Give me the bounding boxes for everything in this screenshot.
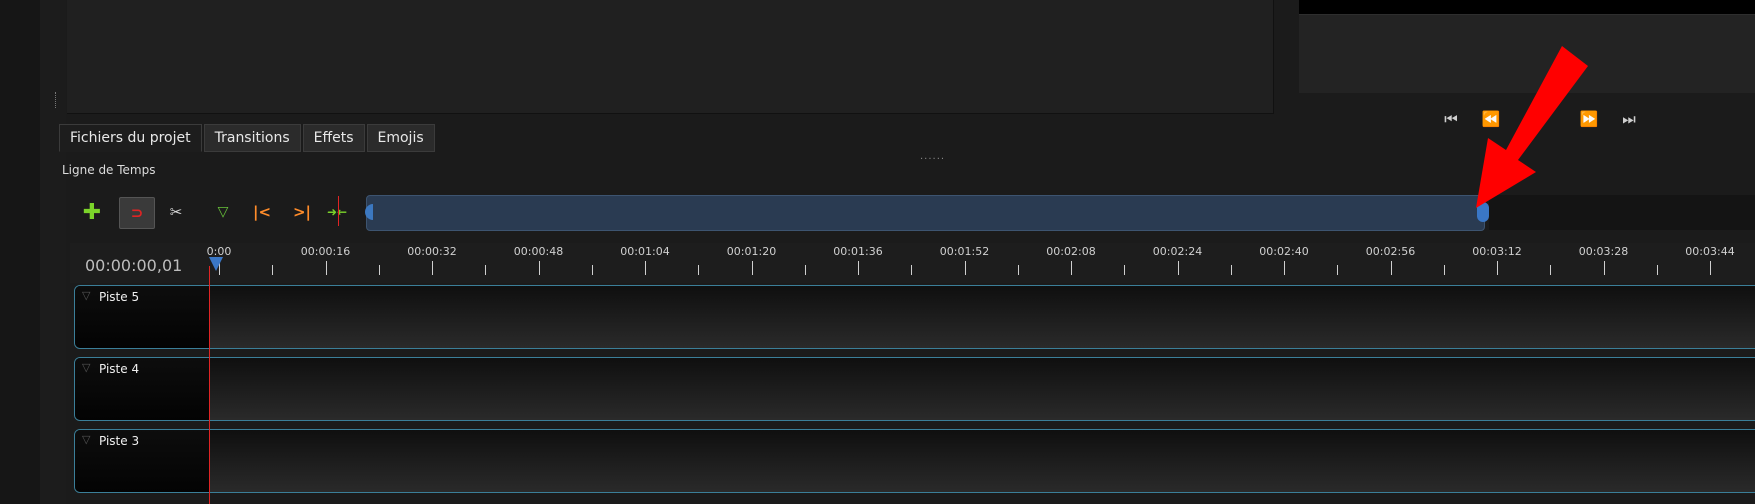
ruler-minor-tick [1337, 265, 1339, 275]
collapse-icon[interactable]: ▽ [82, 289, 90, 302]
playhead-handle[interactable] [209, 257, 223, 271]
tab-effects[interactable]: Effets [302, 124, 365, 152]
track-label: Piste 4 [99, 362, 140, 376]
ruler-major-tick [858, 261, 859, 275]
tab-transitions[interactable]: Transitions [203, 124, 301, 152]
playhead-line [209, 266, 210, 504]
track-header[interactable]: ▽ Piste 4 [75, 358, 210, 420]
plus-icon[interactable]: ✚ [78, 198, 106, 226]
track-header[interactable]: ▽ Piste 5 [75, 286, 210, 348]
ruler-major-tick [1177, 261, 1179, 275]
video-preview [1299, 0, 1755, 14]
ruler-major-tick [964, 261, 966, 275]
track-label: Piste 3 [99, 434, 140, 448]
timeline-toolbar: ✚ ⊃ ✂ ▽ |< >| ➜← [78, 196, 368, 230]
ruler-minor-tick [485, 265, 487, 275]
next-marker-icon[interactable]: >| [288, 198, 316, 226]
ruler-tick-label: 00:02:24 [1152, 245, 1203, 258]
ruler-major-tick [1284, 261, 1285, 275]
ruler-minor-tick [1443, 265, 1445, 275]
ruler-major-tick [1071, 261, 1072, 275]
ruler-major-tick [1603, 261, 1605, 275]
track-header[interactable]: ▽ Piste 3 [75, 430, 210, 492]
ruler-major-tick [751, 261, 753, 275]
track-piste-5[interactable]: ▽ Piste 5 [74, 285, 1755, 349]
ruler-minor-tick [1656, 265, 1658, 275]
jump-end-icon[interactable]: ⏭ [1618, 110, 1640, 132]
ruler-major-tick [432, 261, 433, 275]
ruler-tick-label: 00:01:20 [726, 245, 777, 258]
ruler-major-tick [1497, 261, 1498, 275]
ruler-minor-tick [378, 265, 380, 275]
current-time-display: 00:00:00,01 [85, 256, 183, 275]
left-panel-edge [40, 0, 66, 504]
ruler-tick-label: 00:00:16 [300, 245, 351, 258]
ruler-major-tick [538, 261, 540, 275]
ruler-major-tick [325, 261, 327, 275]
collapse-icon[interactable]: ▽ [82, 361, 90, 374]
ruler-major-tick [1710, 261, 1711, 275]
track-piste-4[interactable]: ▽ Piste 4 [74, 357, 1755, 421]
ruler-tick-label: 00:03:28 [1578, 245, 1629, 258]
ruler-minor-tick [1230, 265, 1232, 275]
ruler-minor-tick [1017, 265, 1019, 275]
ruler-minor-tick [591, 265, 593, 275]
ruler-minor-tick [1124, 265, 1126, 275]
center-line [338, 196, 339, 226]
ruler-tick-label: 00:01:04 [620, 245, 670, 258]
ruler-tick-label: 00:01:36 [833, 245, 883, 258]
previous-marker-icon[interactable]: |< [248, 198, 276, 226]
annotation-arrow-shape [1476, 46, 1588, 208]
timeline-title: Ligne de Temps [62, 163, 156, 177]
project-files-panel[interactable] [67, 0, 1274, 114]
annotation-arrow-icon [1476, 46, 1588, 208]
ruler-minor-tick [911, 265, 913, 275]
ruler-tick-label: 00:02:56 [1365, 245, 1416, 258]
ruler-major-tick [1390, 261, 1392, 275]
ruler-major-tick [645, 261, 646, 275]
jump-start-icon[interactable]: ⏮ [1440, 110, 1462, 132]
tab-project-files[interactable]: Fichiers du projet [59, 124, 202, 152]
ruler-tick-label: 00:01:52 [939, 245, 990, 258]
time-ruler[interactable]: 0:00 00:00:16 00:00:32 00:00:48 00:01:04 00:0… [207, 243, 1755, 283]
ruler-tick-label: 00:03:12 [1472, 245, 1522, 258]
timeline-zoom-scrollbar[interactable] [366, 195, 1485, 231]
ruler-minor-tick [698, 265, 700, 275]
ruler-minor-tick [272, 265, 274, 275]
ruler-tick-label: 00:00:32 [407, 245, 457, 258]
center-playhead-icon[interactable]: ➜← [323, 198, 351, 226]
track-piste-3[interactable]: ▽ Piste 3 [74, 429, 1755, 493]
splitter-handle[interactable] [55, 92, 58, 108]
ruler-tick-label: 00:02:40 [1259, 245, 1309, 258]
razor-icon[interactable]: ✂ [162, 198, 190, 226]
collapse-icon[interactable]: ▽ [82, 433, 90, 446]
ruler-tick-label: 00:02:08 [1046, 245, 1096, 258]
left-strip [0, 0, 40, 504]
marker-icon[interactable]: ▽ [209, 198, 237, 226]
ruler-minor-tick [1550, 265, 1552, 275]
ruler-tick-label: 00:00:48 [513, 245, 564, 258]
track-label: Piste 5 [99, 290, 140, 304]
tab-emojis[interactable]: Emojis [366, 124, 435, 152]
ruler-minor-tick [804, 265, 806, 275]
dock-resize-handle[interactable]: ...... [920, 151, 945, 162]
ruler-tick-label: 00:03:44 [1685, 245, 1735, 258]
magnet-icon[interactable]: ⊃ [119, 197, 155, 229]
dock-tabs: Fichiers du projet Transitions Effets Em… [59, 124, 435, 152]
